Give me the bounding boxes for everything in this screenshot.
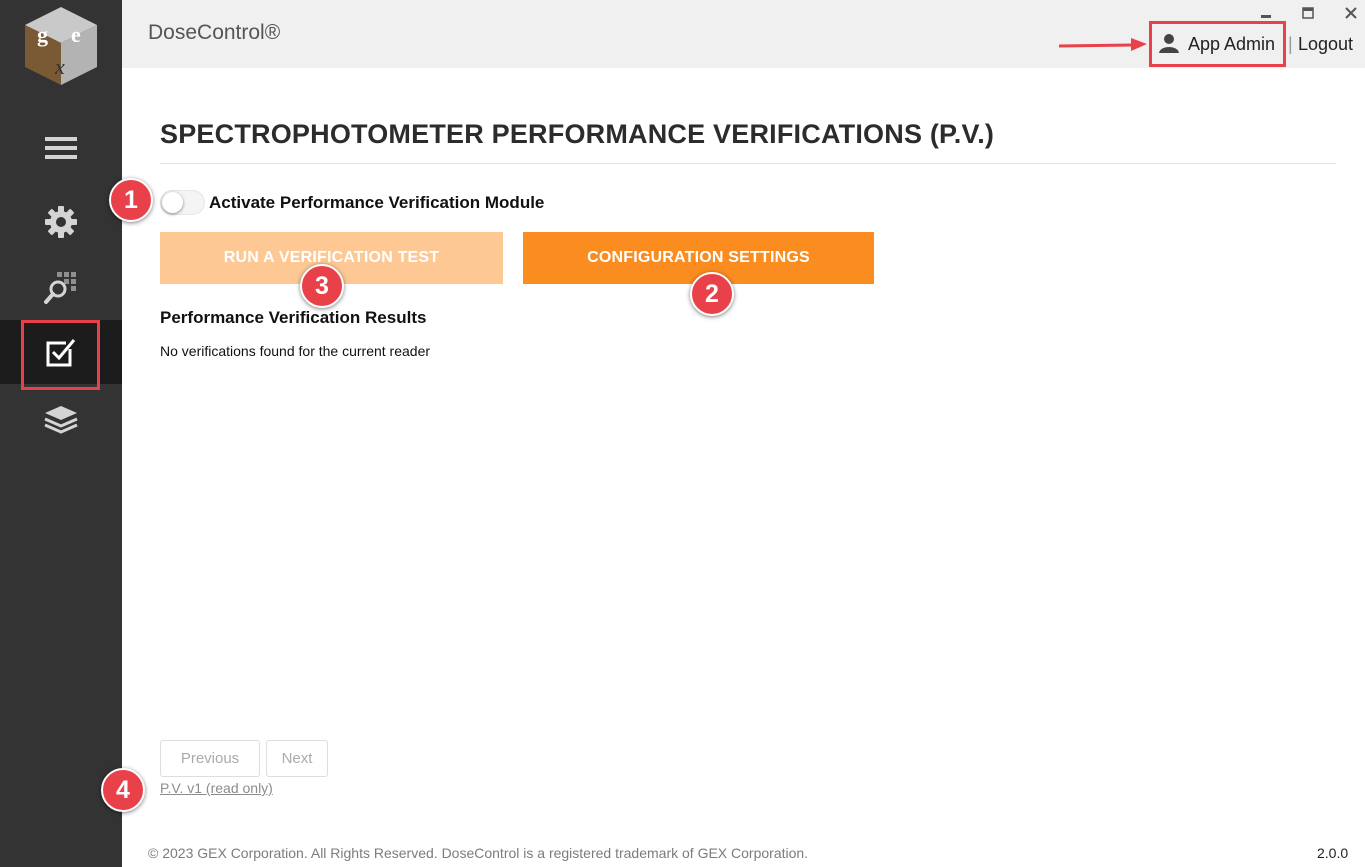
previous-page-button[interactable]: Previous — [160, 740, 260, 777]
logo-letter-e: e — [71, 22, 81, 47]
callout-4: 4 — [101, 768, 145, 812]
pv-version-link[interactable]: P.V. v1 (read only) — [160, 780, 273, 796]
toggle-label: Activate Performance Verification Module — [209, 193, 545, 212]
page-title: SPECTROPHOTOMETER PERFORMANCE VERIFICATI… — [160, 119, 995, 149]
sidebar-item-settings[interactable] — [0, 190, 122, 254]
user-name[interactable]: App Admin — [1188, 34, 1275, 55]
results-heading: Performance Verification Results — [160, 308, 427, 327]
title-divider — [160, 163, 1336, 164]
maximize-icon — [1302, 7, 1314, 19]
minimize-button[interactable] — [1257, 4, 1275, 22]
gex-logo: g e x — [22, 5, 100, 87]
sidebar-item-menu[interactable] — [0, 116, 122, 180]
results-empty-message: No verifications found for the current r… — [160, 343, 431, 359]
sidebar-item-layers[interactable] — [0, 388, 122, 452]
callout-2: 2 — [690, 272, 734, 316]
user-icon — [1159, 34, 1179, 53]
grid-search-icon — [44, 272, 76, 304]
close-button[interactable] — [1342, 4, 1360, 22]
toggle-knob — [162, 192, 183, 213]
annotation-arrow — [1058, 38, 1147, 51]
logout-link[interactable]: Logout — [1298, 34, 1353, 55]
logo-letter-x: x — [54, 54, 65, 79]
next-page-button[interactable]: Next — [266, 740, 328, 777]
close-icon — [1345, 7, 1357, 19]
active-nav-highlight — [21, 320, 100, 390]
sidebar-item-search-grid[interactable] — [0, 256, 122, 320]
footer-copyright: © 2023 GEX Corporation. All Rights Reser… — [148, 845, 809, 861]
app-version: 2.0.0 — [1317, 845, 1349, 861]
maximize-button[interactable] — [1299, 4, 1317, 22]
minimize-icon — [1261, 15, 1271, 18]
app-header: DoseControl® App Admin | Logout — [122, 0, 1365, 68]
sidebar: g e x — [0, 0, 122, 867]
callout-3: 3 — [300, 264, 344, 308]
app-window: g e x DoseControl® App Admin | Logout SP… — [0, 0, 1365, 867]
header-separator: | — [1288, 34, 1293, 54]
activate-module-toggle[interactable] — [160, 190, 205, 215]
gear-icon — [45, 206, 77, 238]
layers-icon — [44, 406, 78, 434]
hamburger-icon — [45, 137, 77, 159]
app-title: DoseControl® — [148, 21, 281, 44]
logo-letter-g: g — [37, 22, 48, 47]
callout-1: 1 — [109, 178, 153, 222]
